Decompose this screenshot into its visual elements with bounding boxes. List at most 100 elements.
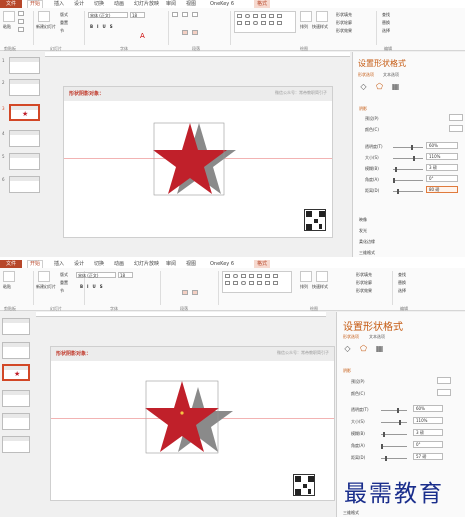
new-slide-icon[interactable] [38, 271, 50, 282]
thumbnail-slide-1[interactable] [2, 342, 30, 359]
indent-icon[interactable] [192, 12, 198, 17]
font-style-buttons[interactable]: BIUS [80, 284, 107, 289]
size-properties-icon[interactable]: ▦ [375, 344, 384, 353]
tab-transitions[interactable]: 切换 [94, 1, 104, 7]
tab-home[interactable]: 开始 [27, 260, 44, 268]
color-select[interactable] [449, 125, 463, 132]
font-name-select[interactable]: 宋体 (正文) [76, 272, 116, 278]
tab-slideshow[interactable]: 幻灯片放映 [134, 261, 159, 267]
soft-edges-section[interactable]: 柔化边缘 [359, 239, 375, 245]
distance-input[interactable]: 57 磅 [413, 453, 443, 460]
arrange-icon[interactable] [300, 271, 312, 282]
thumbnail-slide-5[interactable] [2, 413, 30, 430]
tab-view[interactable]: 视图 [186, 261, 196, 267]
layout-button[interactable]: 版式 [60, 12, 68, 18]
blur-slider[interactable] [381, 432, 407, 437]
align-center-icon[interactable] [182, 30, 188, 35]
angle-slider[interactable] [381, 444, 407, 449]
tab-review[interactable]: 审阅 [166, 261, 176, 267]
transparency-slider[interactable] [381, 408, 407, 413]
preset-select[interactable] [449, 114, 463, 121]
arrange-button[interactable]: 排列 [300, 24, 308, 30]
blur-input[interactable]: 3 磅 [413, 429, 443, 436]
new-slide-button[interactable]: 新建幻灯片 [36, 24, 56, 30]
paste-button[interactable]: 粘贴 [3, 284, 11, 290]
tab-home[interactable]: 开始 [27, 0, 44, 8]
thumbnail-slide-3[interactable]: ★ [2, 364, 30, 381]
font-size-select[interactable]: 18 [130, 12, 145, 18]
numbering-icon[interactable] [182, 12, 188, 17]
align-right-icon[interactable] [192, 30, 198, 35]
shape-fill-button[interactable]: 形状填充 [356, 272, 372, 278]
3d-format-section[interactable]: 三维格式 [359, 250, 375, 256]
thumbnail-slide-3[interactable]: ★ [9, 104, 40, 121]
find-button[interactable]: 查找 [382, 12, 390, 18]
thumbnail-slide-4[interactable] [2, 390, 30, 407]
select-button[interactable]: 选择 [398, 288, 406, 294]
distance-slider[interactable] [393, 189, 423, 194]
reset-button[interactable]: 重置 [60, 280, 68, 286]
shapes-gallery[interactable] [222, 271, 292, 293]
tab-shape-options[interactable]: 形状选项 [343, 334, 359, 340]
paste-button[interactable]: 粘贴 [3, 24, 11, 30]
tab-text-options[interactable]: 文本选项 [369, 334, 385, 340]
thumbnail-slide-6[interactable] [9, 176, 40, 193]
tab-onekey[interactable]: OneKey 6 [210, 261, 234, 267]
transparency-input[interactable]: 60% [413, 405, 443, 412]
quick-styles-button[interactable]: 快速样式 [312, 24, 328, 30]
tab-shape-options[interactable]: 形状选项 [358, 72, 374, 78]
reflection-section[interactable]: 映像 [359, 217, 367, 223]
size-slider[interactable] [381, 420, 407, 425]
star-shape[interactable] [149, 119, 239, 209]
bullets-icon[interactable] [172, 12, 178, 17]
shapes-gallery[interactable] [234, 11, 296, 33]
color-select[interactable] [437, 389, 451, 396]
new-slide-button[interactable]: 新建幻灯片 [36, 284, 56, 290]
find-button[interactable]: 查找 [398, 272, 406, 278]
shape-outline-button[interactable]: 形状轮廓 [336, 20, 352, 26]
shape-effects-button[interactable]: 形状效果 [336, 28, 352, 34]
thumbnail-slide-6[interactable] [2, 436, 30, 453]
tab-file[interactable]: 文件 [0, 260, 22, 268]
tab-animations[interactable]: 动画 [114, 261, 124, 267]
distance-input[interactable]: 80 磅 [426, 186, 458, 193]
preset-select[interactable] [437, 377, 451, 384]
thumbnail-slide-4[interactable] [9, 130, 40, 147]
section-button[interactable]: 节 [60, 28, 64, 34]
arrange-button[interactable]: 排列 [300, 284, 308, 290]
font-color-icon[interactable]: A [140, 32, 145, 40]
angle-input[interactable]: 0° [413, 441, 443, 448]
tab-review[interactable]: 审阅 [166, 1, 176, 7]
quick-styles-icon[interactable] [316, 271, 328, 282]
glow-section[interactable]: 发光 [359, 228, 367, 234]
tab-onekey[interactable]: OneKey 6 [210, 1, 234, 7]
shape-effects-button[interactable]: 形状效果 [356, 288, 372, 294]
paste-icon[interactable] [3, 11, 15, 22]
quick-styles-button[interactable]: 快速样式 [312, 284, 328, 290]
thumbnail-slide-5[interactable] [9, 153, 40, 170]
replace-button[interactable]: 替换 [382, 20, 390, 26]
tab-design[interactable]: 设计 [74, 1, 84, 7]
angle-input[interactable]: 0° [426, 175, 458, 182]
align-right-icon[interactable] [192, 290, 198, 295]
tab-format[interactable]: 格式 [254, 0, 271, 8]
tab-animations[interactable]: 动画 [114, 1, 124, 7]
font-size-select[interactable]: 18 [118, 272, 133, 278]
transparency-input[interactable]: 60% [426, 142, 458, 149]
new-slide-icon[interactable] [38, 11, 50, 22]
section-button[interactable]: 节 [60, 288, 64, 294]
copy-icon[interactable] [18, 19, 24, 24]
quick-styles-icon[interactable] [316, 11, 328, 22]
star-shape[interactable] [141, 377, 236, 467]
thumbnail-slide-1[interactable] [9, 57, 40, 74]
format-painter-icon[interactable] [18, 27, 24, 32]
shadow-section-header[interactable]: 阴影 [359, 106, 367, 112]
angle-slider[interactable] [393, 178, 423, 183]
thumbnail-slide-2[interactable] [9, 79, 40, 96]
slide-canvas[interactable]: 形状阴影对象： 微信公众号：常帝教职简引子 [50, 346, 335, 501]
tab-format[interactable]: 格式 [254, 260, 271, 268]
tab-slideshow[interactable]: 幻灯片放映 [134, 1, 159, 7]
size-properties-icon[interactable]: ▦ [391, 82, 400, 91]
blur-input[interactable]: 3 磅 [426, 164, 458, 171]
reset-button[interactable]: 重置 [60, 20, 68, 26]
